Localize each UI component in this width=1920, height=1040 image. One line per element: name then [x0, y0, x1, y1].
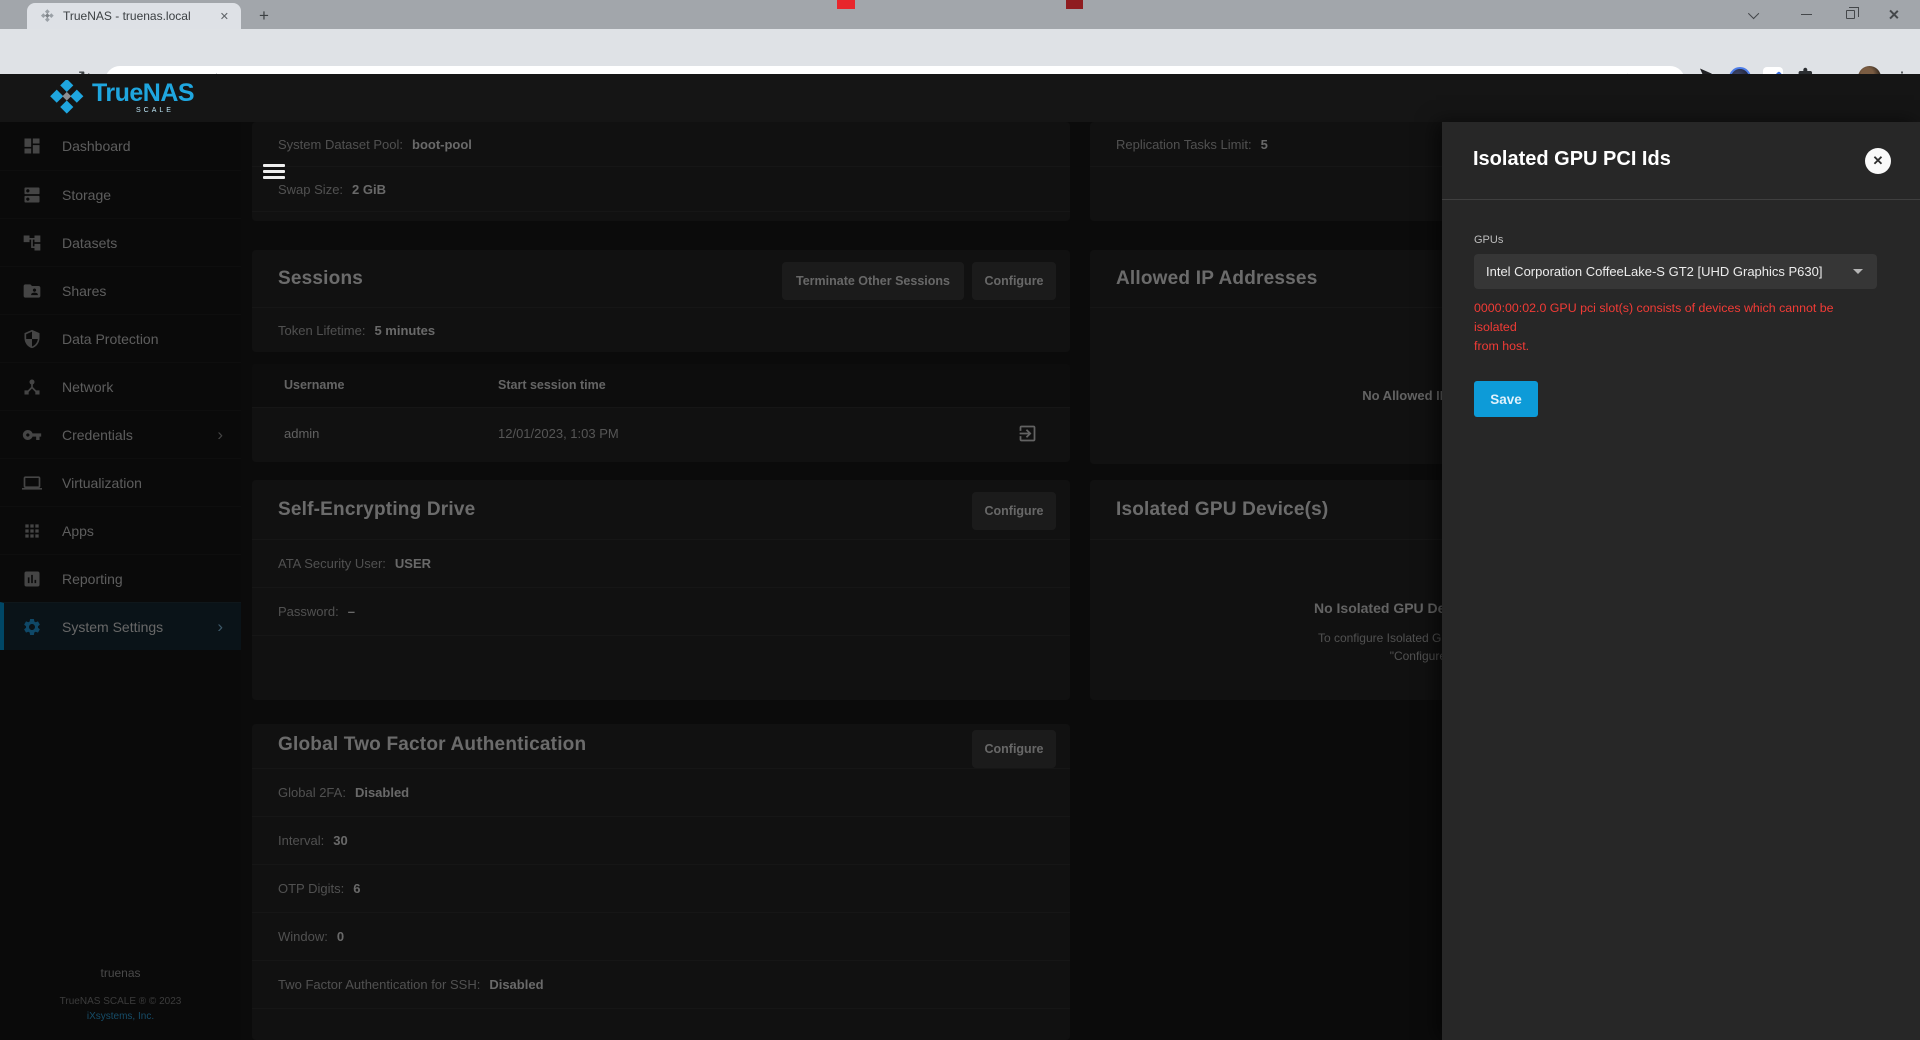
truenas-logo[interactable]: TrueNAS SCALE: [47, 80, 194, 114]
sidenav-toggle-icon[interactable]: [263, 164, 285, 180]
recording-indicator: [837, 0, 855, 9]
gpus-select[interactable]: Intel Corporation CoffeeLake-S GT2 [UHD …: [1474, 254, 1877, 289]
truenas-logo-icon: [47, 80, 85, 114]
window-close-icon[interactable]: [1876, 0, 1910, 29]
window-restore-icon[interactable]: [1833, 0, 1867, 29]
new-tab-button[interactable]: +: [252, 5, 276, 27]
save-button[interactable]: Save: [1474, 381, 1538, 417]
chevron-down-icon: [1853, 269, 1863, 274]
window-minimize-icon[interactable]: [1789, 0, 1823, 29]
brand-subtitle: SCALE: [92, 107, 194, 114]
browser-tab-strip: TrueNAS - truenas.local ✕ +: [0, 0, 1920, 29]
browser-toolbar: ← → ↻ Not secure truenas.local/ui/system…: [0, 29, 1920, 74]
brand-name: TrueNAS: [92, 81, 194, 106]
browser-tab[interactable]: TrueNAS - truenas.local ✕: [27, 3, 241, 29]
drawer-header: Isolated GPU PCI Ids ✕: [1442, 122, 1920, 200]
close-icon[interactable]: ✕: [1865, 148, 1891, 174]
window-dropdown-icon[interactable]: [1738, 0, 1772, 29]
gpu-isolation-error: 0000:00:02.0 GPU pci slot(s) consists of…: [1474, 299, 1878, 356]
truenas-favicon: [39, 8, 55, 24]
isolated-gpu-drawer: Isolated GPU PCI Ids ✕ GPUs Intel Corpor…: [1442, 122, 1920, 1040]
truenas-header: TrueNAS SCALE iX systems ™: [0, 74, 1920, 122]
recording-indicator-dim: [1066, 0, 1083, 9]
gpus-selected-value: Intel Corporation CoffeeLake-S GT2 [UHD …: [1486, 264, 1845, 279]
drawer-title: Isolated GPU PCI Ids: [1473, 148, 1671, 171]
tab-title: TrueNAS - truenas.local: [63, 9, 216, 23]
gpus-field-label: GPUs: [1474, 234, 1920, 246]
tab-close-icon[interactable]: ✕: [216, 8, 233, 25]
